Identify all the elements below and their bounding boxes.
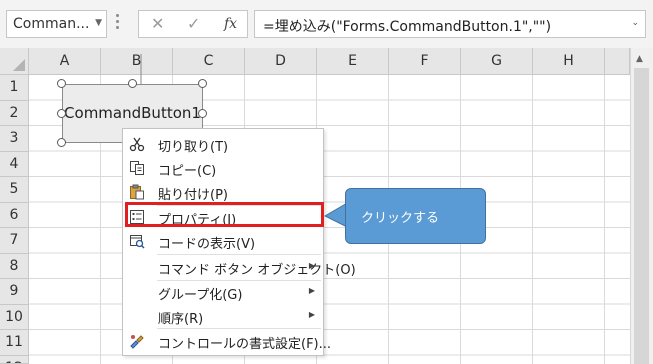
- column-header-c[interactable]: C: [173, 48, 245, 75]
- menu-item-label: 順序(R): [158, 312, 204, 327]
- menu-item-label: グループ化(G): [158, 288, 243, 303]
- drag-handle-icon[interactable]: [116, 14, 120, 32]
- menu-item-label: 切り取り(T): [158, 140, 229, 155]
- menu-item-cut[interactable]: 切り取り(T): [123, 132, 323, 156]
- resize-handle-top-left[interactable]: [57, 79, 66, 88]
- select-all-button[interactable]: [0, 48, 29, 75]
- callout-text: クリックする: [361, 211, 440, 226]
- column-header-e[interactable]: E: [317, 48, 389, 75]
- insert-function-button[interactable]: fx: [224, 16, 237, 32]
- row-header-3[interactable]: 3: [0, 126, 29, 152]
- scroll-thumb[interactable]: [634, 68, 649, 364]
- submenu-arrow-icon: ▶: [308, 261, 315, 270]
- name-box[interactable]: Comman... ▼: [6, 10, 107, 38]
- row-header-10[interactable]: 10: [0, 304, 29, 330]
- menu-item-label: 貼り付け(P): [158, 188, 228, 203]
- menu-item-format-control[interactable]: コントロールの書式設定(F)...: [123, 329, 331, 353]
- name-box-value: Comman...: [13, 16, 90, 32]
- resize-handle-bottom-left[interactable]: [57, 138, 66, 147]
- resize-handle-right[interactable]: [198, 109, 207, 118]
- enter-button[interactable]: ✓: [187, 14, 200, 33]
- chevron-down-icon[interactable]: ▼: [95, 18, 102, 28]
- menu-item-group[interactable]: グループ化(G) ▶: [123, 280, 323, 304]
- format-control-icon: [130, 335, 144, 349]
- menu-item-label: コードの表示(V): [158, 237, 256, 252]
- row-header-6[interactable]: 6: [0, 202, 29, 228]
- context-menu: 切り取り(T) コピー(C) 貼り付け(P) プロパティ(I) コードの表示(V…: [122, 128, 356, 356]
- menu-item-order[interactable]: 順序(R) ▶: [123, 304, 323, 328]
- view-code-icon: [130, 235, 145, 249]
- expand-formula-icon[interactable]: ⌄: [631, 18, 639, 28]
- cancel-button[interactable]: ✕: [151, 14, 164, 33]
- row-header-1[interactable]: 1: [0, 75, 29, 101]
- column-header-partial[interactable]: [605, 48, 630, 75]
- formula-input[interactable]: =埋め込み("Forms.CommandButton.1","") ⌄: [254, 10, 646, 38]
- resize-handle-top[interactable]: [128, 79, 137, 88]
- menu-item-copy[interactable]: コピー(C): [123, 156, 323, 180]
- row-header-12[interactable]: 12: [0, 355, 29, 364]
- submenu-arrow-icon: ▶: [308, 286, 315, 295]
- menu-item-command-button-object[interactable]: コマンド ボタン オブジェクト(O) ▶: [123, 255, 356, 279]
- column-header-a[interactable]: A: [29, 48, 101, 75]
- vertical-scrollbar[interactable]: ▲: [630, 48, 653, 364]
- row-header-8[interactable]: 8: [0, 253, 29, 279]
- row-header-7[interactable]: 7: [0, 228, 29, 254]
- formula-text: =埋め込み("Forms.CommandButton.1",""): [263, 19, 552, 35]
- formula-bar: Comman... ▼ ✕ ✓ fx =埋め込み("Forms.CommandB…: [0, 0, 653, 49]
- formula-buttons: ✕ ✓ fx: [138, 10, 248, 38]
- menu-item-view-code[interactable]: コードの表示(V): [123, 229, 323, 253]
- column-header-d[interactable]: D: [245, 48, 317, 75]
- callout-bubble: クリックする: [345, 188, 486, 244]
- scissors-icon: [129, 137, 145, 152]
- menu-item-paste[interactable]: 貼り付け(P): [123, 180, 323, 204]
- submenu-arrow-icon: ▶: [308, 310, 315, 319]
- properties-highlight-box: [125, 202, 324, 227]
- menu-item-label: コピー(C): [158, 164, 217, 179]
- menu-item-label: コントロールの書式設定(F)...: [158, 337, 332, 352]
- row-header-5[interactable]: 5: [0, 177, 29, 203]
- column-header-f[interactable]: F: [389, 48, 461, 75]
- scroll-up-icon[interactable]: ▲: [636, 54, 643, 64]
- column-header-h[interactable]: H: [533, 48, 605, 75]
- row-header-2[interactable]: 2: [0, 100, 29, 126]
- paste-icon: [130, 184, 144, 200]
- row-header-11[interactable]: 11: [0, 330, 29, 356]
- menu-item-label: コマンド ボタン オブジェクト(O): [158, 263, 356, 278]
- row-header-4[interactable]: 4: [0, 151, 29, 177]
- resize-handle-top-right[interactable]: [198, 79, 207, 88]
- resize-handle-left[interactable]: [57, 109, 66, 118]
- row-header-9[interactable]: 9: [0, 279, 29, 305]
- copy-icon: [130, 161, 144, 175]
- column-header-g[interactable]: G: [461, 48, 533, 75]
